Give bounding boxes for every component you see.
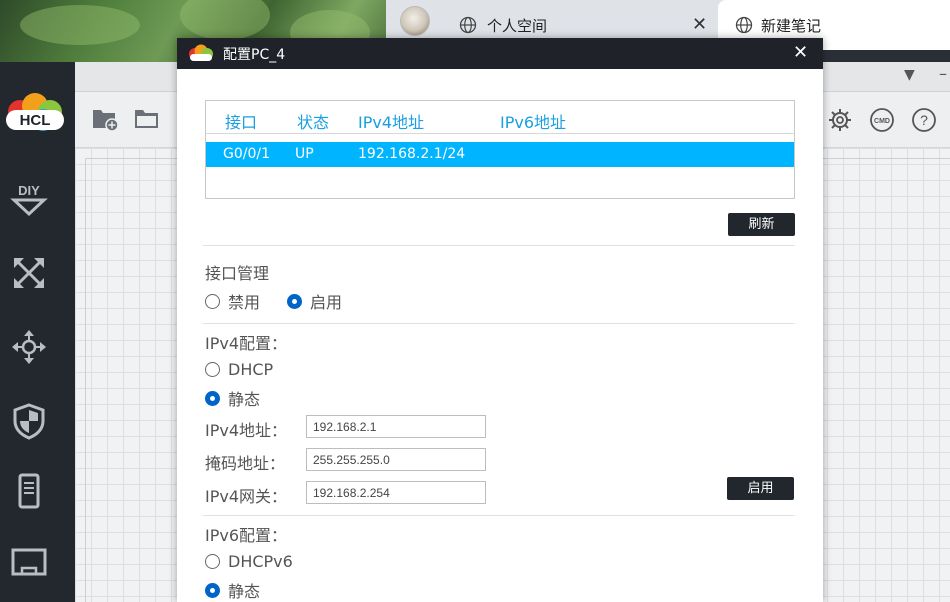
- ipv4-address-input[interactable]: [306, 415, 486, 438]
- gear-icon[interactable]: [827, 107, 853, 133]
- radio-label: 静态: [228, 582, 261, 601]
- ipv6-config-label: IPv6配置：: [205, 526, 288, 545]
- radio-label: 禁用: [228, 293, 261, 312]
- apply-ipv4-button[interactable]: 启用: [727, 477, 794, 500]
- radio-label: DHCP: [228, 360, 274, 379]
- radio-disable[interactable]: 禁用: [205, 289, 260, 313]
- radio-label: 启用: [310, 293, 343, 312]
- close-icon[interactable]: ✕: [692, 14, 707, 35]
- radio-label: 静态: [228, 390, 261, 409]
- chevron-down-icon[interactable]: ▼: [904, 67, 915, 83]
- minimize-icon[interactable]: –: [939, 64, 947, 83]
- dialog-titlebar[interactable]: 配置PC_4 ✕: [177, 38, 823, 69]
- hcl-logo: HCL: [6, 93, 64, 131]
- cmd-icon-label: CMD: [874, 118, 890, 125]
- move-icon[interactable]: [10, 328, 48, 366]
- radio-ipv6-dhcpv6[interactable]: DHCPv6: [205, 552, 293, 571]
- ipv4-address-label: IPv4地址：: [205, 421, 288, 440]
- app-sidebar: HCL DIY: [0, 62, 75, 602]
- refresh-button[interactable]: 刷新: [728, 213, 795, 236]
- radio-ipv6-static[interactable]: 静态: [205, 578, 260, 602]
- table-header-ipv4: IPv4地址: [358, 113, 425, 132]
- browser-tab-title: 新建笔记: [761, 17, 822, 35]
- table-header-divider: [206, 133, 794, 134]
- cell-status: UP: [295, 146, 314, 162]
- globe-icon: [459, 16, 477, 34]
- folder-icon[interactable]: [133, 106, 161, 132]
- radio-button-selected[interactable]: [205, 582, 220, 598]
- iface-mgmt-label: 接口管理: [205, 264, 270, 283]
- config-dialog: 配置PC_4 ✕ 接口 状态 IPv4地址 IPv6地址 G0/0/1 UP 1…: [177, 38, 823, 602]
- svg-text:DIY: DIY: [18, 183, 40, 198]
- leaf-shape: [20, 5, 140, 45]
- radio-button-selected[interactable]: [287, 293, 302, 309]
- table-header-interface: 接口: [225, 113, 258, 132]
- mask-address-input[interactable]: [306, 448, 486, 471]
- topology-icon[interactable]: [10, 254, 48, 292]
- ipv4-config-label: IPv4配置：: [205, 334, 288, 353]
- help-icon[interactable]: ?: [911, 107, 937, 133]
- cmd-icon[interactable]: CMD: [869, 107, 895, 133]
- radio-enable[interactable]: 启用: [287, 289, 342, 313]
- new-folder-icon[interactable]: [91, 106, 119, 132]
- globe-icon: [735, 16, 753, 34]
- table-header-status: 状态: [297, 113, 330, 132]
- leaf-shape: [180, 0, 270, 40]
- cloud-logo-icon: [189, 44, 213, 61]
- ipv4-gateway-input[interactable]: [306, 481, 486, 504]
- terminal-icon[interactable]: [10, 544, 48, 582]
- divider: [203, 515, 795, 516]
- radio-button-selected[interactable]: [205, 390, 220, 406]
- radio-button[interactable]: [205, 293, 220, 309]
- cell-interface: G0/0/1: [223, 146, 271, 162]
- radio-label: DHCPv6: [228, 552, 293, 571]
- interface-table: 接口 状态 IPv4地址 IPv6地址 G0/0/1 UP 192.168.2.…: [205, 100, 795, 199]
- close-icon[interactable]: ✕: [793, 42, 808, 63]
- shield-icon[interactable]: [10, 402, 48, 440]
- mask-address-label: 掩码地址：: [205, 454, 286, 473]
- help-icon-label: ?: [920, 112, 928, 128]
- radio-ipv4-dhcp[interactable]: DHCP: [205, 360, 273, 379]
- dialog-title: 配置PC_4: [223, 47, 286, 63]
- radio-button[interactable]: [205, 554, 220, 569]
- table-header-ipv6: IPv6地址: [500, 113, 567, 132]
- server-icon[interactable]: [10, 472, 48, 510]
- hcl-logo-text: HCL: [20, 112, 51, 129]
- cell-ipv4: 192.168.2.1/24: [358, 146, 466, 162]
- browser-tab-title: 个人空间: [487, 17, 548, 35]
- ipv4-gateway-label: IPv4网关：: [205, 487, 288, 506]
- divider: [203, 245, 795, 246]
- table-row[interactable]: G0/0/1 UP 192.168.2.1/24: [206, 142, 794, 167]
- radio-button[interactable]: [205, 362, 220, 377]
- diy-icon[interactable]: DIY: [10, 180, 48, 218]
- radio-ipv4-static[interactable]: 静态: [205, 386, 260, 410]
- divider: [203, 323, 795, 324]
- avatar[interactable]: [400, 6, 430, 36]
